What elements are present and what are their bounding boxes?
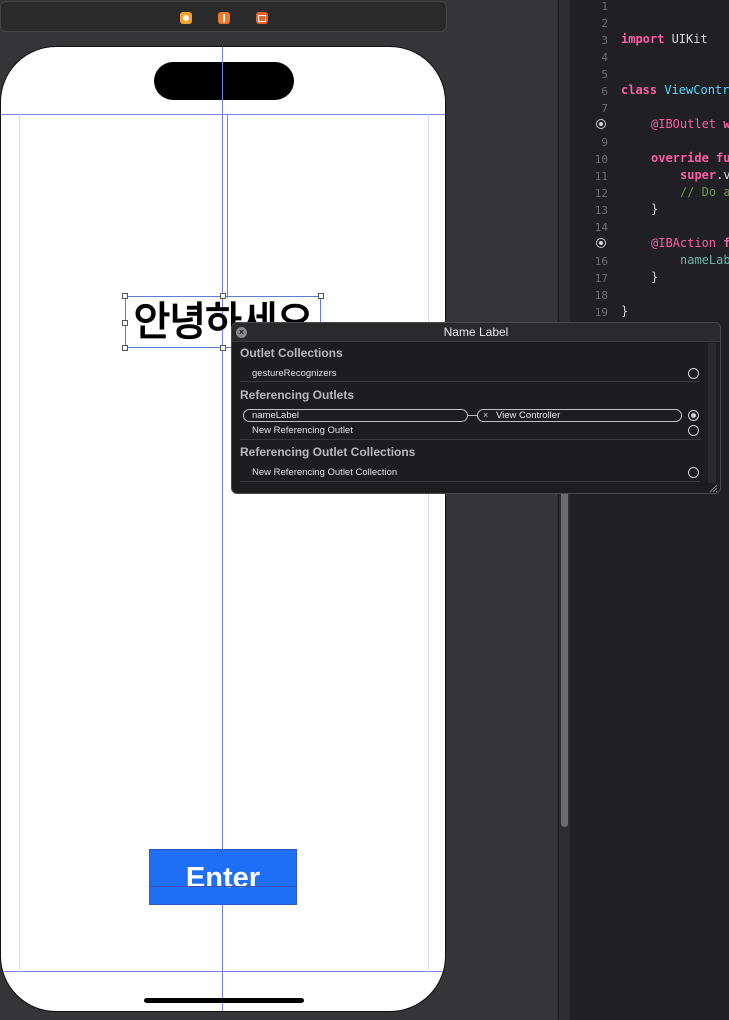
connection-target-label: View Controller [496, 410, 561, 421]
dynamic-island [154, 62, 294, 100]
resize-handle[interactable] [318, 293, 324, 299]
divider [240, 481, 700, 482]
exit-icon[interactable] [256, 12, 268, 24]
code-line-3: import UIKit [621, 32, 708, 46]
line-number: 1 [601, 0, 608, 13]
line-number: 6 [601, 85, 608, 98]
margin-right-guide [428, 114, 429, 972]
line-number: 4 [601, 51, 608, 64]
code-line-11: super.v [680, 168, 729, 182]
line-number: 16 [594, 255, 608, 268]
scene-dock [0, 1, 447, 32]
code-line-16: nameLab [680, 253, 729, 267]
outlet-connection-icon[interactable] [596, 119, 606, 129]
popover-header: × Name Label [232, 323, 720, 342]
line-number: 12 [594, 187, 608, 200]
code-editor[interactable]: 1 2 3 4 5 6 7 9 10 11 12 13 14 16 17 18 … [570, 0, 729, 1020]
line-number: 13 [594, 204, 608, 217]
safe-area-bottom-guide [1, 971, 445, 972]
resize-handle[interactable] [122, 320, 128, 326]
line-number: 19 [594, 306, 608, 319]
code-line-17: } [651, 270, 659, 284]
canvas-scroll-thumb[interactable] [561, 455, 568, 827]
line-number: 11 [594, 170, 608, 183]
connection-line [468, 415, 477, 416]
code-line-19: } [621, 304, 629, 318]
resize-handle[interactable] [122, 293, 128, 299]
resize-grip-icon[interactable] [708, 483, 718, 493]
connected-circle-name-label[interactable] [688, 410, 699, 421]
code-line-15: @IBAction f [651, 236, 729, 250]
code-line-8: @IBOutlet w [651, 117, 729, 131]
section-outlet-collections: Outlet Collections [240, 346, 343, 360]
storyboard-canvas[interactable]: 안녕하세요 Enter [0, 0, 557, 1020]
line-number: 17 [594, 272, 608, 285]
first-responder-icon[interactable] [218, 12, 230, 24]
line-number: 10 [594, 153, 608, 166]
outlet-item-gesture-recognizers: gestureRecognizers [252, 368, 337, 379]
safe-area-top-guide [1, 114, 445, 115]
button-baseline-guide [149, 886, 297, 887]
divider [240, 381, 700, 382]
canvas-scrollbar[interactable] [558, 0, 570, 1020]
section-referencing-outlets: Referencing Outlets [240, 388, 355, 402]
code-line-12: // Do a [680, 185, 729, 199]
line-number: 3 [601, 34, 608, 47]
popover-scrollbar[interactable] [708, 343, 716, 483]
code-line-6: class ViewContr [621, 83, 729, 97]
line-number: 9 [601, 136, 608, 149]
connection-target-pill[interactable]: × View Controller [477, 409, 682, 422]
line-number: 7 [601, 102, 608, 115]
view-controller-icon[interactable] [180, 12, 192, 24]
resize-handle[interactable] [122, 345, 128, 351]
margin-left-guide [19, 114, 20, 972]
line-number: 5 [601, 68, 608, 81]
action-connection-icon[interactable] [596, 238, 606, 248]
resize-handle[interactable] [220, 293, 226, 299]
connect-circle-new-referencing-outlet[interactable] [688, 425, 699, 436]
resize-handle[interactable] [220, 345, 226, 351]
code-line-10: override fu [651, 151, 729, 165]
line-number: 14 [594, 221, 608, 234]
remove-connection-icon[interactable]: × [483, 410, 488, 421]
popover-title: Name Label [443, 325, 509, 339]
divider [240, 439, 700, 440]
label-top-constraint [227, 114, 228, 298]
connect-circle-new-referencing-outlet-collection[interactable] [688, 467, 699, 478]
line-number: 2 [601, 17, 608, 30]
enter-button[interactable]: Enter [149, 849, 297, 905]
code-line-13: } [651, 202, 659, 216]
line-number: 18 [594, 289, 608, 302]
new-referencing-outlet-collection: New Referencing Outlet Collection [252, 467, 398, 478]
home-indicator [144, 998, 304, 1003]
connect-circle-gesture-recognizers[interactable] [688, 368, 699, 379]
new-referencing-outlet: New Referencing Outlet [252, 425, 353, 436]
connection-source-pill[interactable]: nameLabel [243, 409, 468, 422]
section-referencing-outlet-collections: Referencing Outlet Collections [240, 445, 416, 459]
connections-popover[interactable]: × Name Label Outlet Collections gestureR… [231, 322, 721, 494]
